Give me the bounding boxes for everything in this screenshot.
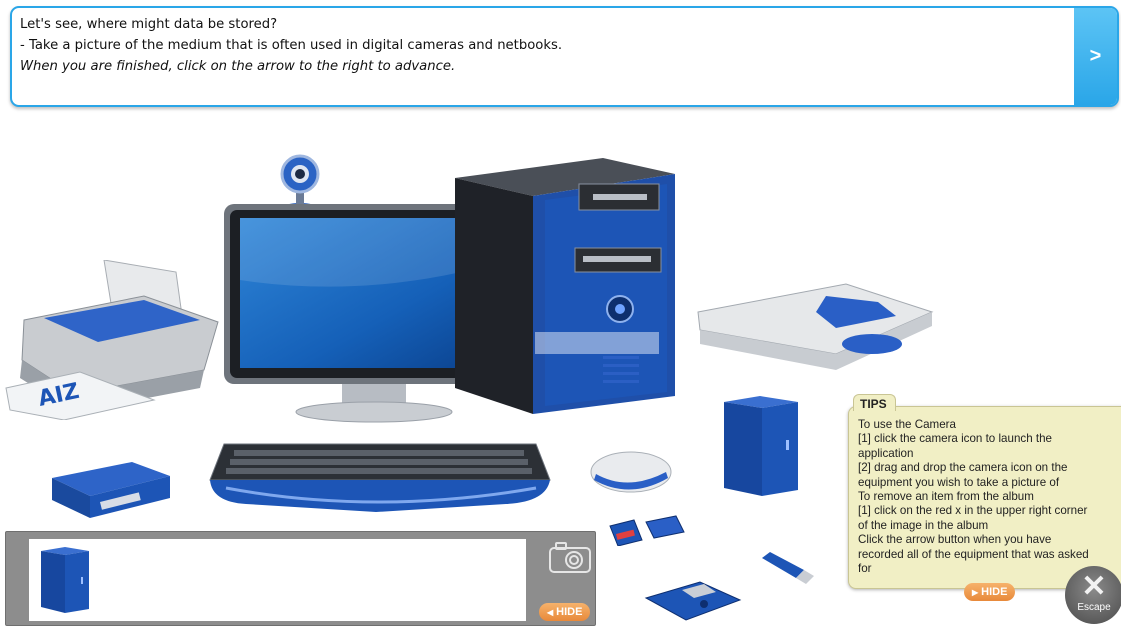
tips-line: application bbox=[858, 446, 914, 460]
tips-line: To remove an item from the album bbox=[858, 490, 1034, 504]
close-icon: ✕ bbox=[1081, 570, 1107, 603]
instruction-line-3: When you are finished, click on the arro… bbox=[20, 59, 456, 74]
floppy-disk[interactable] bbox=[642, 580, 742, 622]
tips-line: [1] click on the red x in the upper righ… bbox=[858, 504, 1088, 518]
instruction-line-2: - Take a picture of the medium that is o… bbox=[20, 38, 563, 53]
computer-tower[interactable] bbox=[453, 156, 678, 418]
scanner[interactable] bbox=[696, 282, 934, 372]
album-photo-slot bbox=[29, 539, 526, 621]
tips-hide-button[interactable]: ▶ HIDE bbox=[964, 583, 1016, 601]
camera-icon[interactable] bbox=[548, 540, 592, 574]
album-photo-hard-drive[interactable] bbox=[37, 545, 93, 615]
sd-cards[interactable] bbox=[606, 514, 686, 546]
tips-line: of the image in the album bbox=[858, 518, 989, 532]
tips-line: [1] click the camera icon to launch the bbox=[858, 432, 1052, 446]
tips-line: recorded all of the equipment that was a… bbox=[858, 547, 1089, 561]
next-arrow-button[interactable]: > bbox=[1074, 8, 1117, 105]
instruction-banner: Let's see, where might data be stored? -… bbox=[10, 6, 1119, 107]
external-hard-drive[interactable] bbox=[720, 394, 802, 498]
keyboard[interactable] bbox=[206, 440, 552, 526]
tips-hide-label: HIDE bbox=[981, 586, 1008, 598]
escape-label: Escape bbox=[1077, 602, 1111, 613]
album-hide-label: HIDE bbox=[556, 606, 583, 618]
router[interactable] bbox=[44, 460, 174, 528]
tips-body: To use the Camera [1] click the camera i… bbox=[858, 418, 1121, 576]
tips-title: TIPS bbox=[853, 394, 896, 411]
mouse[interactable] bbox=[588, 448, 674, 496]
chevron-left-icon: ◀ bbox=[547, 607, 554, 617]
chevron-right-icon: ▶ bbox=[972, 587, 979, 597]
tips-line: To use the Camera bbox=[858, 418, 956, 431]
album-hide-button[interactable]: ◀ HIDE bbox=[539, 603, 591, 621]
instruction-line-1: Let's see, where might data be stored? bbox=[20, 17, 278, 32]
tips-line: [2] drag and drop the camera icon on the bbox=[858, 461, 1068, 475]
instruction-text: Let's see, where might data be stored? -… bbox=[20, 14, 562, 77]
printer[interactable]: AIZ bbox=[4, 260, 222, 420]
escape-button[interactable]: ✕ Escape bbox=[1065, 566, 1121, 624]
usb-flash-drive[interactable] bbox=[758, 550, 816, 584]
tips-panel: TIPS To use the Camera [1] click the cam… bbox=[848, 394, 1121, 601]
tips-line: equipment you wish to take a picture of bbox=[858, 475, 1060, 489]
tips-line: Click the arrow button when you have bbox=[858, 533, 1052, 547]
photo-album-panel: ◀ HIDE bbox=[5, 531, 596, 626]
